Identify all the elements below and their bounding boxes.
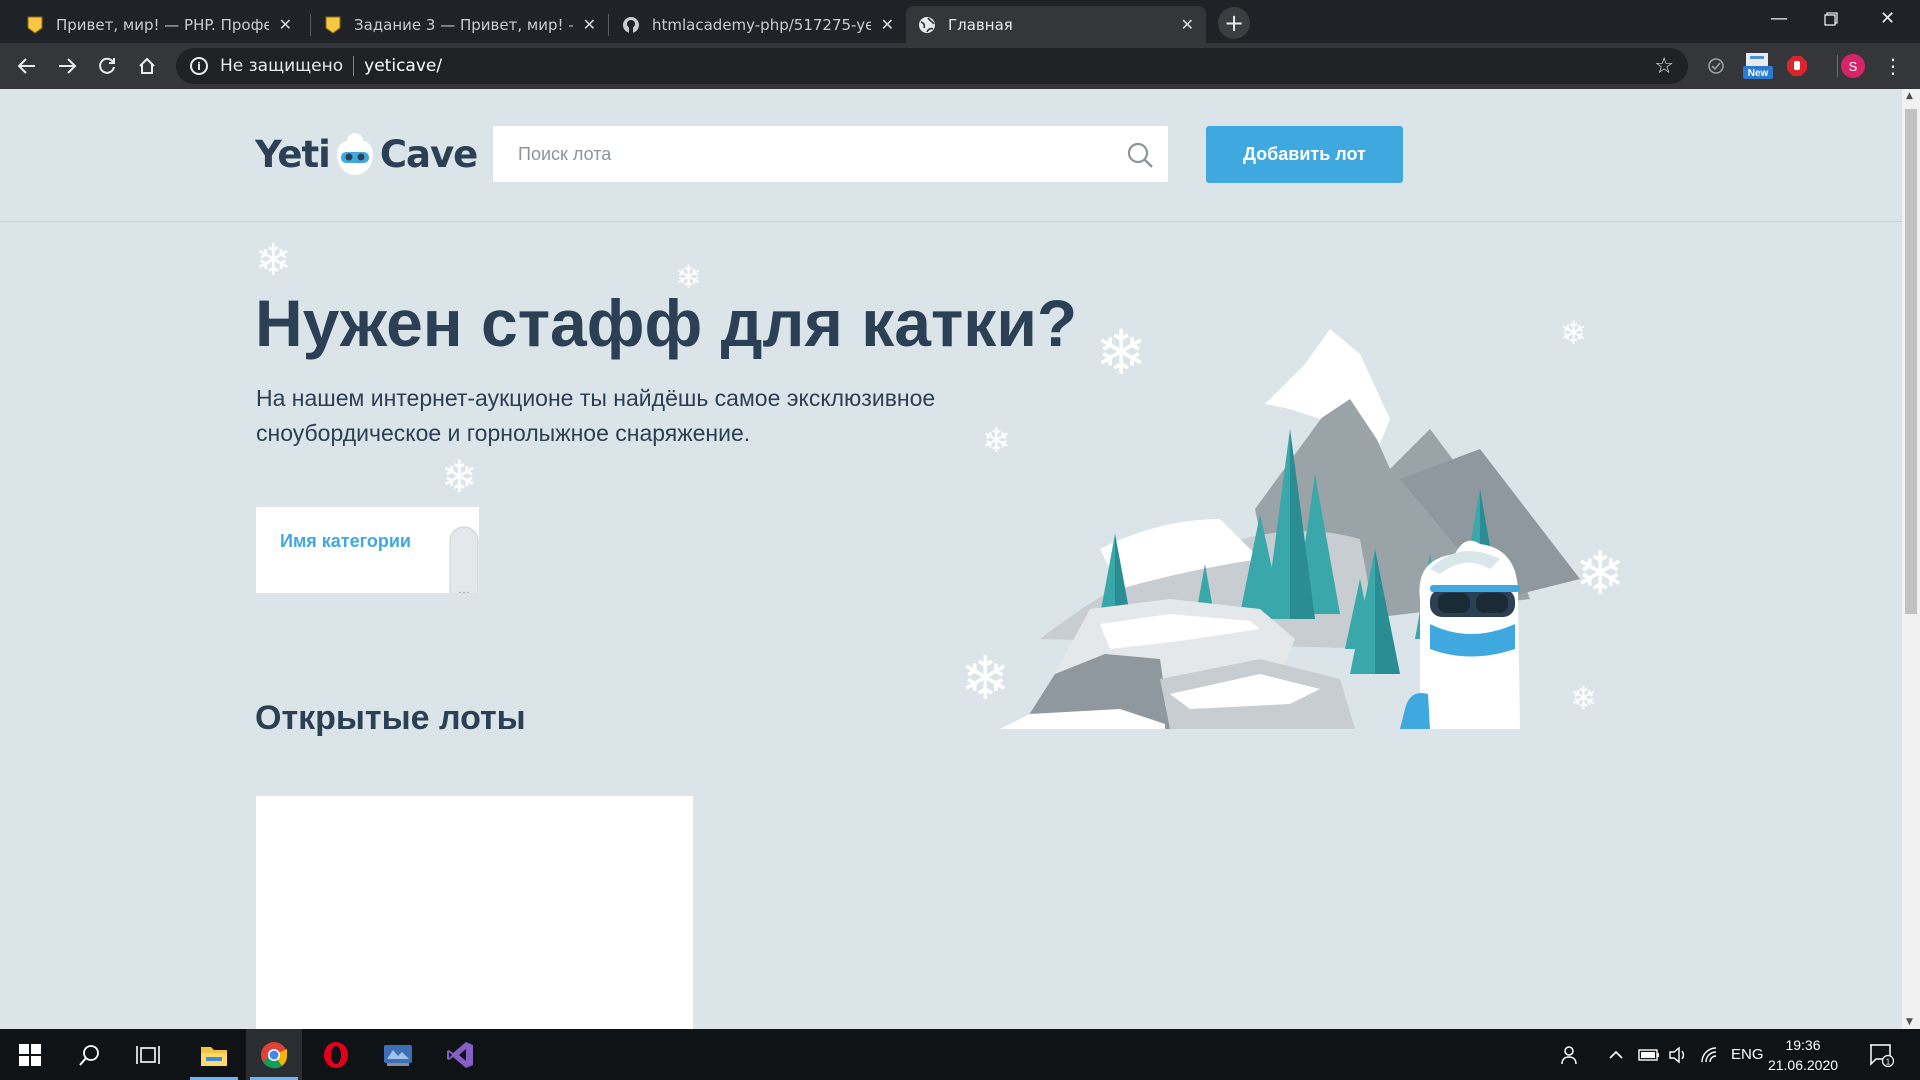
- search-icon[interactable]: [1126, 141, 1154, 169]
- browser-tab-active[interactable]: Главная ✕: [906, 6, 1206, 43]
- avatar-letter: S: [1841, 54, 1865, 78]
- opera-icon[interactable]: [308, 1029, 364, 1080]
- battery-icon[interactable]: [1638, 1029, 1660, 1080]
- url-text[interactable]: yeticave/: [364, 56, 442, 76]
- home-icon[interactable]: [134, 53, 160, 79]
- reader-icon[interactable]: [1703, 53, 1729, 79]
- hero-title: Нужен стафф для катки?: [255, 286, 1078, 360]
- snowflake-icon: ❄: [441, 452, 478, 503]
- back-icon[interactable]: [14, 53, 40, 79]
- site-header: Yeti Cave Добавить лот: [0, 89, 1902, 222]
- github-icon: [622, 16, 640, 34]
- lot-card[interactable]: [256, 796, 693, 1029]
- app-icon[interactable]: [370, 1029, 426, 1080]
- input-language[interactable]: ENG: [1731, 1029, 1764, 1080]
- yeti-logo-icon: [336, 133, 373, 175]
- close-icon[interactable]: ✕: [881, 15, 894, 34]
- category-label: Имя категории: [280, 531, 411, 551]
- close-icon[interactable]: ✕: [279, 15, 292, 34]
- open-lots-heading: Открытые лоты: [255, 699, 526, 737]
- clock-time: 19:36: [1785, 1037, 1821, 1053]
- tab-divider: [310, 14, 311, 36]
- divider: [353, 56, 355, 76]
- add-lot-button[interactable]: Добавить лот: [1206, 126, 1403, 183]
- hero-illustration: ❄ ❄ ❄ ❄ ❄ ❄: [960, 314, 1625, 729]
- search-icon[interactable]: [62, 1029, 118, 1080]
- people-icon[interactable]: [1560, 1029, 1582, 1080]
- logo-text-cave: Cave: [379, 132, 478, 176]
- forward-icon[interactable]: [54, 53, 80, 79]
- windows-taskbar: ENG 19:36 21.06.2020 1: [0, 1029, 1920, 1080]
- window-close-icon[interactable]: ✕: [1880, 8, 1895, 29]
- svg-text:❄: ❄: [1560, 314, 1587, 352]
- chrome-icon[interactable]: [246, 1029, 302, 1080]
- browser-toolbar: i Не защищено yeticave/ ☆ New S ⋮: [0, 43, 1920, 89]
- tab-title: Главная: [948, 15, 1013, 34]
- address-bar[interactable]: i Не защищено yeticave/ ☆: [176, 48, 1688, 84]
- restore-icon[interactable]: [1824, 10, 1838, 31]
- svg-text:❄: ❄: [1570, 679, 1597, 717]
- browser-tab[interactable]: Задание 3 — Привет, мир! — PHP ✕: [312, 6, 608, 43]
- wifi-icon[interactable]: [1700, 1029, 1718, 1080]
- browser-tab-strip: Привет, мир! — PHP. Профессиональная раз…: [0, 0, 1920, 43]
- browser-tab[interactable]: htmlacademy-php/517275-yeticave ✕: [610, 6, 906, 43]
- search-form: [493, 126, 1168, 182]
- tab-title: Задание 3 — Привет, мир! — PHP: [354, 15, 573, 34]
- htmlacademy-icon: [324, 16, 342, 34]
- new-tab-button[interactable]: +: [1218, 7, 1250, 39]
- globe-icon: [918, 16, 936, 34]
- notification-count: 1: [1886, 1057, 1891, 1066]
- scrollbar-thumb[interactable]: [1905, 109, 1917, 614]
- bookmark-star-icon[interactable]: ☆: [1654, 54, 1674, 79]
- snowboard-icon: [449, 526, 479, 593]
- windows-start-icon[interactable]: [2, 1029, 58, 1080]
- browser-tab[interactable]: Привет, мир! — PHP. Профессиональная раз…: [14, 6, 304, 43]
- page-scrollbar[interactable]: ▲ ▼: [1902, 89, 1920, 1029]
- visual-studio-icon[interactable]: [432, 1029, 488, 1080]
- new-badge-icon[interactable]: New: [1743, 53, 1773, 79]
- site-logo[interactable]: Yeti Cave: [255, 129, 478, 179]
- search-input[interactable]: [493, 126, 1113, 182]
- hero-description: На нашем интернет-аукционе ты найдёшь са…: [256, 385, 936, 446]
- page-viewport: Yeti Cave Добавить лот ❄ ❄ ❄ ❄ Нужен ста…: [0, 89, 1902, 1029]
- tab-title: htmlacademy-php/517275-yeticave: [652, 15, 871, 34]
- scroll-up-icon[interactable]: ▲: [1906, 91, 1913, 101]
- clock-date: 21.06.2020: [1767, 1057, 1839, 1073]
- new-badge-label: New: [1748, 68, 1769, 79]
- system-clock[interactable]: 19:36 21.06.2020: [1763, 1035, 1843, 1075]
- htmlacademy-icon: [26, 16, 44, 34]
- logo-text-yeti: Yeti: [255, 132, 331, 176]
- task-view-icon[interactable]: [120, 1029, 176, 1080]
- security-status: Не защищено: [220, 56, 344, 76]
- file-explorer-icon[interactable]: [186, 1029, 242, 1080]
- scroll-down-icon[interactable]: ▼: [1906, 1017, 1913, 1027]
- svg-text:❄: ❄: [960, 644, 1010, 714]
- adblock-icon[interactable]: [1784, 53, 1810, 79]
- tab-divider: [608, 14, 609, 36]
- volume-icon[interactable]: [1668, 1029, 1688, 1080]
- category-link[interactable]: Имя категории: [256, 507, 479, 593]
- menu-kebab-icon[interactable]: ⋮: [1880, 53, 1906, 79]
- reload-icon[interactable]: [94, 53, 120, 79]
- info-icon[interactable]: i: [190, 57, 208, 75]
- close-icon[interactable]: ✕: [1181, 15, 1194, 34]
- profile-avatar[interactable]: S: [1840, 53, 1866, 79]
- notifications-icon[interactable]: 1: [1868, 1029, 1894, 1080]
- svg-text:❄: ❄: [1575, 539, 1625, 609]
- tab-title: Привет, мир! — PHP. Профессиональная раз…: [56, 15, 269, 34]
- svg-text:❄: ❄: [1095, 316, 1147, 389]
- minimize-icon[interactable]: —: [1770, 8, 1788, 29]
- snowflake-icon: ❄: [255, 235, 292, 286]
- close-icon[interactable]: ✕: [583, 15, 596, 34]
- chevron-up-icon[interactable]: [1609, 1029, 1623, 1080]
